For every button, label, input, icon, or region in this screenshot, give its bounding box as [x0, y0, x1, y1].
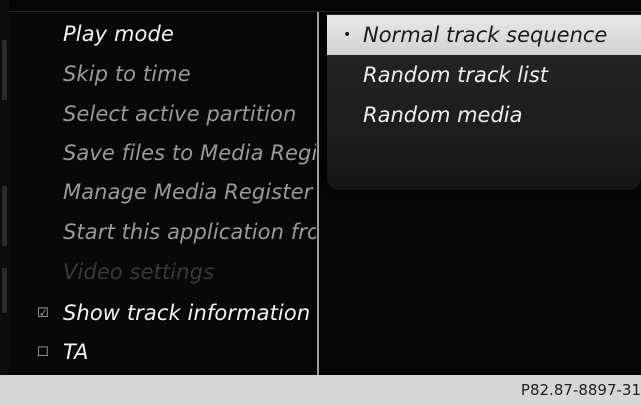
menu-item-save-files-to-media-register[interactable]: Save files to Media Register — [9, 133, 316, 173]
menu-item-skip-to-time[interactable]: Skip to time — [9, 54, 316, 94]
menu-item-ta[interactable]: ☐ TA — [9, 332, 316, 372]
menu-item-label: Video settings — [63, 260, 215, 284]
option-random-media[interactable]: Random media — [327, 95, 641, 135]
menu-item-play-mode[interactable]: Play mode — [9, 14, 316, 54]
figure-caption: P82.87-8897-31 — [520, 381, 641, 399]
infotainment-screen: Play mode Skip to time Select active par… — [0, 0, 641, 375]
play-mode-panel: • Normal track sequence Random track lis… — [319, 12, 641, 375]
option-label: Random track list — [363, 63, 549, 87]
selected-bullet-icon: • — [343, 27, 352, 43]
unchecked-checkbox-icon: ☐ — [37, 344, 49, 360]
menu-item-label: Skip to time — [63, 62, 191, 86]
menu-item-label: Select active partition — [63, 102, 297, 126]
play-mode-options-list: • Normal track sequence Random track lis… — [327, 14, 641, 190]
option-normal-track-sequence[interactable]: • Normal track sequence — [327, 15, 641, 55]
checked-checkbox-icon: ☑ — [37, 305, 49, 321]
option-random-track-list[interactable]: Random track list — [327, 55, 641, 95]
menu-item-video-settings: Video settings — [9, 252, 316, 292]
option-label: Random media — [363, 103, 523, 127]
screen-left-edge — [0, 0, 9, 375]
menu-item-label: Show track information — [63, 301, 311, 325]
menu-item-label: TA — [63, 340, 89, 364]
menu-item-label: Save files to Media Register — [63, 141, 316, 165]
menu-item-label: Play mode — [63, 22, 174, 46]
options-menu: Play mode Skip to time Select active par… — [9, 12, 316, 375]
menu-item-show-track-information[interactable]: ☑ Show track information — [9, 293, 316, 333]
option-label: Normal track sequence — [363, 23, 608, 47]
menu-item-manage-media-register[interactable]: Manage Media Register — [9, 172, 316, 212]
menu-item-select-active-partition[interactable]: Select active partition — [9, 94, 316, 134]
menu-item-start-this-application-from[interactable]: Start this application from — [9, 212, 316, 252]
menu-item-label: Manage Media Register — [63, 180, 313, 204]
menu-item-label: Start this application from — [63, 220, 316, 244]
